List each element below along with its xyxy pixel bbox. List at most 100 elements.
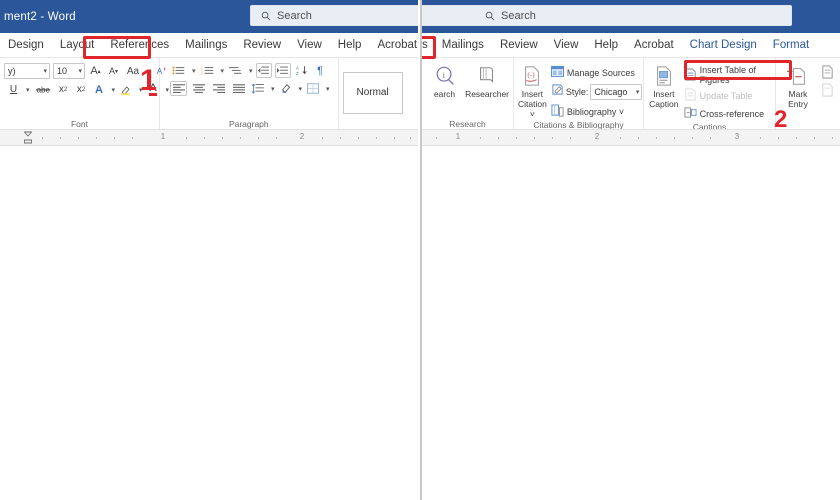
style-label: Style: xyxy=(565,87,589,97)
insert-index-icon[interactable] xyxy=(819,64,836,79)
paragraph-group-label: Paragraph xyxy=(228,119,269,129)
insert-caption-button[interactable]: Insert Caption xyxy=(648,62,680,109)
insert-citation-button[interactable]: (-) Insert Citation ˅ xyxy=(518,62,547,119)
decrease-indent-icon[interactable] xyxy=(255,63,272,78)
grow-font-button[interactable]: A ▴ xyxy=(88,64,103,79)
update-index-icon[interactable] xyxy=(819,82,836,97)
borders-icon[interactable] xyxy=(305,81,321,96)
underline-button[interactable]: U xyxy=(6,82,21,97)
tab-acrobat[interactable]: Acrobat xyxy=(626,33,682,58)
captions-group-label: Captions xyxy=(692,122,727,130)
align-left-icon[interactable] xyxy=(170,81,187,96)
tab-references-clipped[interactable]: s xyxy=(422,33,434,58)
chevron-down-icon: ▾ xyxy=(249,67,253,75)
font-size-combo[interactable]: 10 ▾ xyxy=(53,63,85,79)
annotation-number-1: 1 xyxy=(140,64,157,97)
ruler-number: 1 xyxy=(455,132,461,141)
justify-icon[interactable] xyxy=(230,81,247,96)
align-right-icon[interactable] xyxy=(210,81,227,96)
sort-icon[interactable]: AZ xyxy=(294,63,310,78)
left-ribbon: y) ▾ 10 ▾ A ▴ A ▾ Aa ▾ A U ▾ abe x 2 x 2… xyxy=(0,58,418,130)
svg-text:A: A xyxy=(296,66,299,71)
show-marks-button[interactable]: ¶ xyxy=(313,63,328,78)
chevron-down-icon: ▾ xyxy=(326,85,330,93)
manage-sources-icon xyxy=(550,65,564,80)
chevron-down-icon: ▾ xyxy=(111,86,116,94)
chevron-down-icon: ▾ xyxy=(78,68,82,75)
citations-group-label: Citations & Bibliography xyxy=(533,120,624,130)
svg-text:Z: Z xyxy=(296,71,299,76)
tab-design[interactable]: Design xyxy=(0,33,52,58)
mark-entry-label-2: Entry xyxy=(788,99,808,109)
ribbon-group-font: y) ▾ 10 ▾ A ▴ A ▾ Aa ▾ A U ▾ abe x 2 x 2… xyxy=(0,58,169,129)
tab-references[interactable]: References xyxy=(102,33,177,58)
insert-table-of-figures-button[interactable]: Insert Table of Figures xyxy=(684,65,771,85)
ribbon-group-captions: Insert Caption Insert Table of Figures U… xyxy=(644,58,776,130)
tab-review[interactable]: Review xyxy=(235,33,289,58)
line-spacing-icon[interactable] xyxy=(250,81,266,96)
increase-indent-icon[interactable] xyxy=(274,63,291,78)
update-table-label: Update Table xyxy=(699,90,753,101)
ribbon-group-paragraph: ▾ 123 ▾ ▾ A Z ¶ ▾ ▾ ▾ Paragraph xyxy=(160,58,339,129)
tab-review[interactable]: Review xyxy=(492,33,546,58)
cross-reference-label: Cross-reference xyxy=(699,108,765,119)
tab-help[interactable]: Help xyxy=(330,33,370,58)
search-input[interactable]: Search xyxy=(250,5,418,26)
insert-citation-icon: (-) xyxy=(521,63,543,89)
manage-sources-button[interactable]: Manage Sources xyxy=(550,65,643,80)
chevron-down-icon: ▾ xyxy=(220,67,225,75)
subscript-button[interactable]: x2 xyxy=(56,82,71,97)
bibliography-label: Bibliography ˅ xyxy=(566,106,625,117)
ribbon-group-citations: (-) Insert Citation ˅ Manage Sources Sty… xyxy=(514,58,644,130)
font-size-value: 10 xyxy=(57,66,68,76)
multilevel-list-icon[interactable] xyxy=(227,63,244,78)
style-normal-label: Normal xyxy=(356,87,389,98)
font-name-value: y) xyxy=(8,66,16,76)
right-title-bar: Search xyxy=(422,0,840,33)
strikethrough-icon[interactable]: abe xyxy=(33,82,53,97)
bibliography-button[interactable]: Bibliography ˅ xyxy=(551,104,643,119)
tab-mailings[interactable]: Mailings xyxy=(177,33,235,58)
highlight-icon[interactable] xyxy=(118,82,134,97)
align-center-icon[interactable] xyxy=(190,81,207,96)
shrink-font-button[interactable]: A ▾ xyxy=(106,64,121,79)
svg-text:3: 3 xyxy=(201,71,203,75)
researcher-book-icon xyxy=(476,63,498,89)
left-horizontal-ruler[interactable]: 1 2 xyxy=(0,130,418,146)
font-name-combo[interactable]: y) ▾ xyxy=(4,63,50,79)
annotation-number-2: 2 xyxy=(774,106,788,133)
smart-lookup-button[interactable]: i earch xyxy=(426,62,463,99)
tab-format[interactable]: Format xyxy=(765,33,817,58)
tab-layout[interactable]: Layout xyxy=(52,33,103,58)
shading-icon[interactable] xyxy=(278,81,294,96)
tab-help[interactable]: Help xyxy=(586,33,626,58)
superscript-button[interactable]: x2 xyxy=(74,82,89,97)
citation-style-value: Chicago xyxy=(594,87,628,97)
tab-chart-design[interactable]: Chart Design xyxy=(682,33,765,58)
smart-lookup-label: earch xyxy=(433,89,456,99)
chevron-down-icon: ▾ xyxy=(43,68,47,75)
bullets-icon[interactable] xyxy=(170,63,187,78)
researcher-button[interactable]: Researcher xyxy=(465,62,509,99)
researcher-label: Researcher xyxy=(465,89,509,99)
search-input[interactable]: Search xyxy=(422,5,792,26)
tab-view[interactable]: View xyxy=(289,33,330,58)
style-icon xyxy=(551,83,564,101)
search-icon xyxy=(261,11,271,21)
ruler-number: 2 xyxy=(594,132,600,141)
tab-view[interactable]: View xyxy=(546,33,587,58)
insert-caption-label-2: Caption xyxy=(649,99,679,109)
citation-style-combo[interactable]: Chicago ▾ xyxy=(590,84,643,100)
index-extra-buttons xyxy=(819,62,836,97)
tab-acrobat[interactable]: Acrobat xyxy=(369,33,418,58)
style-normal-button[interactable]: Normal xyxy=(342,71,403,114)
left-title-bar: ment2 - Word Search xyxy=(0,0,418,33)
text-effects-button[interactable]: A xyxy=(92,82,107,97)
indent-marker-icon[interactable] xyxy=(23,131,33,145)
cross-reference-button[interactable]: Cross-reference xyxy=(684,106,771,121)
ribbon-group-research: i earch Researcher Research xyxy=(422,58,514,129)
chevron-down-icon: ▾ xyxy=(635,89,640,96)
mark-entry-button[interactable]: Mark Entry xyxy=(780,62,816,109)
numbering-icon[interactable]: 123 xyxy=(199,63,216,78)
tab-mailings[interactable]: Mailings xyxy=(434,33,492,58)
